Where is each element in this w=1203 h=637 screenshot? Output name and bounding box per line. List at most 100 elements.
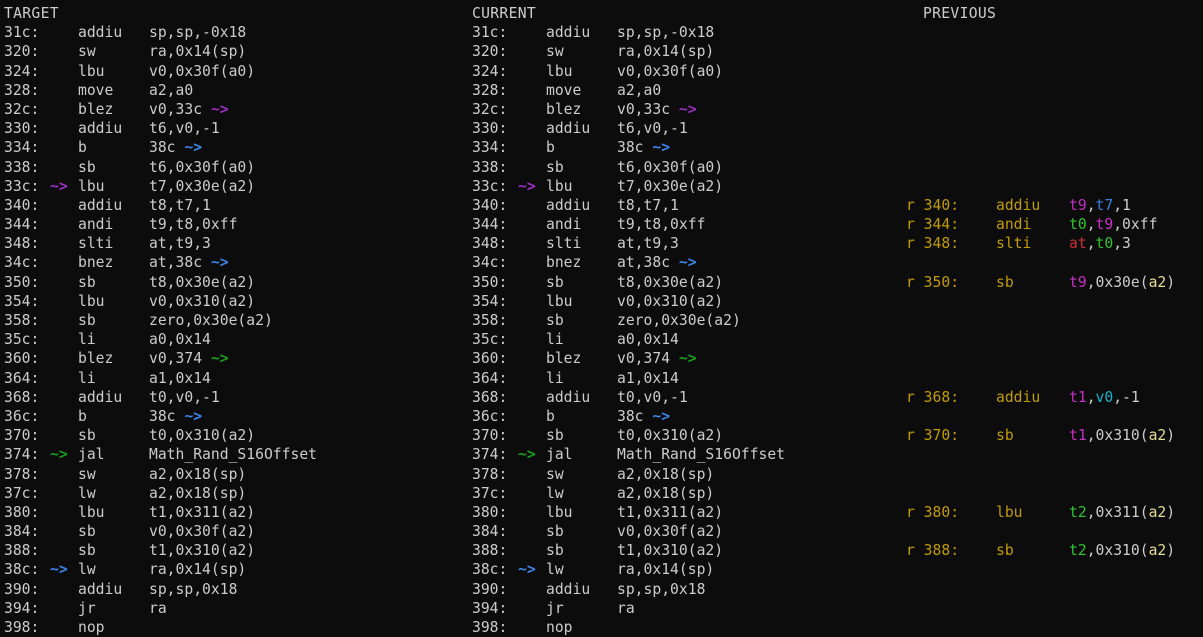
previous-diff-line: r 340:addiut9,t7,1 (906, 196, 1175, 215)
asm-line: 348:sltiat,t9,3 (4, 234, 317, 253)
address: 360: (472, 349, 518, 368)
asm-line: 33c:~>lbut7,0x30e(a2) (4, 177, 317, 196)
operand-text: at,38c (149, 254, 211, 271)
asm-line: 388:sbt1,0x310(a2) (472, 541, 785, 560)
operands: at,38c ~> (617, 253, 697, 272)
operand-text: t9 (1096, 216, 1114, 233)
operand-text: ra,0x14(sp) (149, 561, 246, 578)
previous-row-address: r 368: (906, 388, 996, 407)
operand-text: a2,0x18(sp) (617, 466, 714, 483)
address: 378: (4, 465, 50, 484)
operand-text: ,0x310( (1087, 427, 1149, 444)
operand-text: 38c (617, 139, 652, 156)
operands: a2,0x18(sp) (617, 465, 714, 484)
blank-line (906, 349, 1175, 368)
address: 38c: (4, 560, 50, 579)
operands: v0,0x30f(a0) (617, 62, 723, 81)
operands: v0,374 ~> (617, 349, 697, 368)
operands: Math_Rand_S16Offset (149, 445, 317, 464)
operand-text: v0,33c (149, 101, 211, 118)
operand-text: t1,0x311(a2) (617, 504, 723, 521)
address: 370: (472, 426, 518, 445)
asm-line: 380:lbut1,0x311(a2) (4, 503, 317, 522)
asm-line: 38c:~>lwra,0x14(sp) (472, 560, 785, 579)
operand-text: , (1087, 235, 1096, 252)
operands: t1,0x310(a2) (149, 541, 255, 560)
operand-text: ) (1166, 542, 1175, 559)
mnemonic: sb (546, 522, 617, 541)
operands: a2,a0 (149, 81, 193, 100)
blank-line (906, 292, 1175, 311)
mnemonic: addiu (546, 23, 617, 42)
operands: at,38c ~> (149, 253, 229, 272)
asm-line: 370:sbt0,0x310(a2) (4, 426, 317, 445)
operand-text: ,0x311( (1087, 504, 1149, 521)
asm-line: 330:addiut6,v0,-1 (472, 119, 785, 138)
operands: t0,0x310(a2) (617, 426, 723, 445)
mnemonic: jr (546, 599, 617, 618)
mnemonic: sb (78, 522, 149, 541)
mnemonic: sb (546, 273, 617, 292)
address: 380: (472, 503, 518, 522)
operand-text: t1,0x310(a2) (149, 542, 255, 559)
operands: ra,0x14(sp) (617, 560, 714, 579)
asm-line: 37c:lwa2,0x18(sp) (472, 484, 785, 503)
operand-text: ,3 (1113, 235, 1131, 252)
mnemonic: jal (546, 445, 617, 464)
operands: t9,t7,1 (1069, 196, 1131, 215)
operand-text: t1,0x310(a2) (617, 542, 723, 559)
asm-line: 364:lia1,0x14 (4, 369, 317, 388)
address: 360: (4, 349, 50, 368)
asm-line: 348:sltiat,t9,3 (472, 234, 785, 253)
operand-text: t9 (1069, 197, 1087, 214)
asm-line: 398:nop (4, 618, 317, 637)
operands: t2,0x310(a2) (1069, 541, 1175, 560)
operands: a2,0x18(sp) (149, 484, 246, 503)
operand-text: t1 (1069, 427, 1087, 444)
operands: v0,0x310(a2) (149, 292, 255, 311)
address: 37c: (472, 484, 518, 503)
branch-arrow-icon: ~> (211, 254, 229, 271)
operand-text: t0 (1096, 235, 1114, 252)
branch-arrow-icon: ~> (211, 101, 229, 118)
operands: a0,0x14 (617, 330, 679, 349)
blank-line (906, 407, 1175, 426)
operand-text: v0,0x30f(a0) (149, 63, 255, 80)
address: 384: (472, 522, 518, 541)
address: 374: (4, 445, 50, 464)
branch-arrow-icon: ~> (518, 177, 546, 196)
operands: t9,t8,0xff (149, 215, 237, 234)
operand-text: v0,374 (149, 350, 211, 367)
previous-column: PREVIOUSr 340:addiut9,t7,1r 344:andit0,t… (906, 4, 1175, 637)
operand-text: a2,0x18(sp) (617, 485, 714, 502)
asm-line: 350:sbt8,0x30e(a2) (472, 273, 785, 292)
asm-line: 394:jrra (472, 599, 785, 618)
mnemonic: bnez (78, 253, 149, 272)
mnemonic: lw (546, 560, 617, 579)
mnemonic: nop (546, 618, 617, 637)
operand-text: a2,0x18(sp) (149, 466, 246, 483)
branch-arrow-icon: ~> (679, 350, 697, 367)
branch-arrow-icon: ~> (518, 445, 546, 464)
address: 398: (4, 618, 50, 637)
asm-line: 338:sbt6,0x30f(a0) (4, 158, 317, 177)
address: 394: (472, 599, 518, 618)
mnemonic: sw (546, 42, 617, 61)
operand-text: zero,0x30e(a2) (149, 312, 273, 329)
operands: 38c ~> (617, 407, 670, 426)
mnemonic: sb (546, 158, 617, 177)
operand-text: t6,0x30f(a0) (617, 159, 723, 176)
mnemonic: lbu (546, 503, 617, 522)
mnemonic: sb (996, 541, 1069, 560)
branch-arrow-icon: ~> (184, 139, 202, 156)
asm-line: 384:sbv0,0x30f(a2) (4, 522, 317, 541)
operand-text: sp,sp,0x18 (617, 581, 705, 598)
operands: zero,0x30e(a2) (149, 311, 273, 330)
operand-text: a2 (1149, 542, 1167, 559)
mnemonic: blez (546, 349, 617, 368)
current-column: CURRENT31c:addiusp,sp,-0x18320:swra,0x14… (472, 4, 785, 637)
mnemonic: sb (996, 273, 1069, 292)
operands: sp,sp,0x18 (617, 580, 705, 599)
operands: t8,0x30e(a2) (617, 273, 723, 292)
operands: sp,sp,-0x18 (617, 23, 714, 42)
